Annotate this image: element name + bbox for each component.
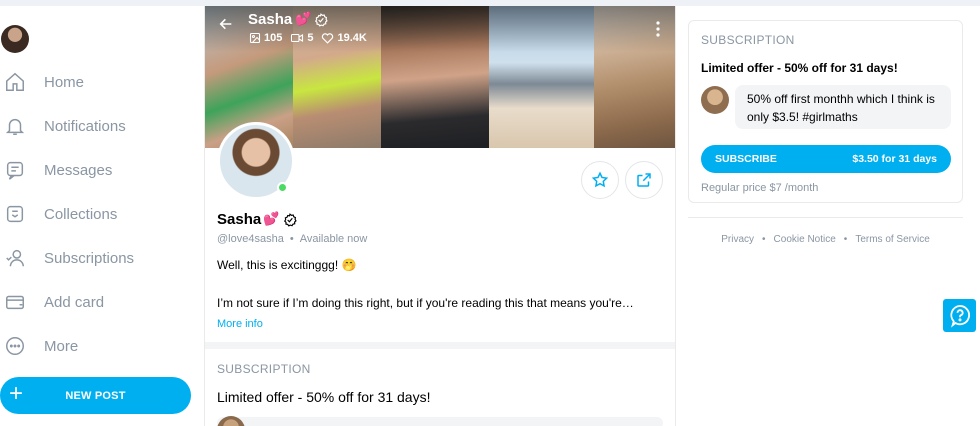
verified-icon: [283, 213, 297, 232]
new-post-label: NEW POST: [65, 389, 126, 402]
heart-icon: [322, 33, 334, 44]
videos-count: 5: [307, 32, 314, 44]
bell-icon: [2, 113, 28, 139]
subscribe-button[interactable]: SUBSCRIBE $3.50 for 31 days: [701, 145, 951, 173]
sidebar-item-home[interactable]: Home: [0, 62, 200, 102]
heart-emoji: 💕: [295, 11, 312, 26]
more-info-link[interactable]: More info: [217, 318, 263, 330]
sidebar-item-label: More: [44, 337, 79, 355]
help-icon: [949, 304, 970, 328]
offer-message-bubble: 50% off first monthh which I think is on…: [735, 85, 951, 129]
offer-message: 50% off first monthh which I think is on…: [701, 85, 951, 131]
banner-name: Sasha: [248, 11, 293, 28]
share-icon: [637, 173, 651, 187]
profile-handle: @love4sasha: [217, 233, 284, 245]
heart-emoji: 💕: [263, 211, 280, 226]
card-icon: [2, 289, 28, 315]
back-arrow-icon[interactable]: [218, 16, 234, 37]
subscription-heading: SUBSCRIPTION: [217, 362, 311, 376]
sidebar-item-collections[interactable]: Collections: [0, 194, 200, 234]
kebab-menu-icon[interactable]: [655, 21, 661, 37]
availability-status: Available now: [299, 233, 368, 245]
new-post-button[interactable]: + NEW POST: [0, 377, 191, 414]
sidebar-item-label: Messages: [44, 161, 113, 179]
bio-line: I’m not sure if I’m doing this right, bu…: [217, 296, 634, 310]
limited-offer-text: Limited offer - 50% off for 31 days!: [217, 389, 431, 405]
avatar: [701, 86, 729, 114]
sidebar-item-notifications[interactable]: Notifications: [0, 106, 200, 146]
sidebar-item-label: Subscriptions: [44, 249, 135, 267]
sidebar: Home Notifications Messages Collections …: [0, 6, 200, 426]
sidebar-item-label: Add card: [44, 293, 105, 311]
limited-offer-text: Limited offer - 50% off for 31 days!: [701, 61, 898, 75]
sidebar-item-label: Collections: [44, 205, 118, 223]
profile-stats: 105 5 19.4K: [249, 32, 367, 44]
sidebar-item-messages[interactable]: Messages: [0, 150, 200, 190]
separator-dot: •: [289, 233, 294, 245]
cookie-notice-link[interactable]: Cookie Notice: [774, 234, 836, 245]
profile-name: Sasha: [217, 211, 262, 228]
message-icon: [2, 157, 28, 183]
sidebar-item-label: Notifications: [44, 117, 126, 135]
separator-dot: •: [843, 234, 848, 245]
sidebar-item-add-card[interactable]: Add card: [0, 282, 200, 322]
subscription-card: SUBSCRIPTION Limited offer - 50% off for…: [688, 20, 963, 203]
offer-message-bubble: [217, 417, 663, 426]
help-button[interactable]: [943, 299, 976, 332]
subscriptions-icon: [2, 245, 28, 271]
star-icon: [591, 171, 609, 188]
verified-icon: [314, 13, 328, 32]
image-icon: [249, 32, 261, 44]
sidebar-item-more[interactable]: More: [0, 326, 200, 366]
video-icon: [291, 33, 304, 43]
bookmark-icon: [2, 201, 28, 227]
sidebar-item-label: Home: [44, 73, 85, 91]
favorite-button[interactable]: [581, 161, 619, 199]
privacy-link[interactable]: Privacy: [721, 234, 754, 245]
home-icon: [2, 69, 28, 95]
handle-row: @love4sasha • Available now: [217, 233, 367, 245]
photos-stat: 105: [249, 32, 282, 44]
subscribe-price: $3.50 for 31 days: [852, 153, 937, 165]
videos-stat: 5: [290, 32, 313, 44]
photos-count: 105: [264, 32, 283, 44]
footer-links: Privacy • Cookie Notice • Terms of Servi…: [688, 234, 963, 245]
terms-link[interactable]: Terms of Service: [855, 234, 929, 245]
sidebar-item-subscriptions[interactable]: Subscriptions: [0, 238, 200, 278]
profile-column: Sasha 💕 105 5 19.4K Sasha 💕 @love4sasha …: [204, 6, 676, 426]
likes-count: 19.4K: [337, 32, 367, 44]
likes-stat: 19.4K: [321, 32, 367, 44]
separator-dot: •: [762, 234, 766, 245]
section-divider: [205, 342, 675, 349]
bio-line: Well, this is excitinggg! 🤭: [217, 258, 357, 272]
online-indicator: [277, 182, 288, 193]
more-icon: [2, 333, 28, 359]
subscription-heading: SUBSCRIPTION: [701, 33, 795, 47]
share-button[interactable]: [625, 161, 663, 199]
regular-price: Regular price $7 /month: [701, 182, 819, 194]
footer-divider: [688, 217, 963, 218]
subscribe-label: SUBSCRIBE: [715, 153, 777, 165]
user-avatar[interactable]: [1, 25, 29, 53]
